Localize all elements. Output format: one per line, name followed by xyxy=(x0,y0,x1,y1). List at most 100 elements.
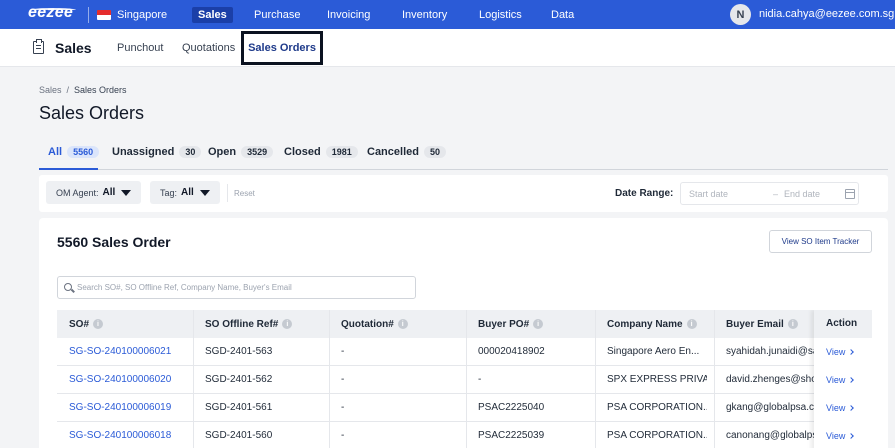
caret-down-icon xyxy=(199,189,210,196)
table-row[interactable]: SG-SO-240100006018 SGD-2401-560 - PSAC22… xyxy=(57,422,872,448)
breadcrumb: Sales / Sales Orders xyxy=(39,85,127,95)
action-column: Action View View View View xyxy=(814,310,872,448)
date-range-picker[interactable]: Start date – End date xyxy=(680,182,859,205)
om-agent-filter[interactable]: OM Agent: All xyxy=(46,181,142,204)
status-tab-label: All xyxy=(48,146,63,158)
table-row[interactable]: SG-SO-240100006021 SGD-2401-563 - 000020… xyxy=(57,338,872,366)
view-button[interactable]: View xyxy=(826,394,855,422)
status-tab-all[interactable]: All 5560 xyxy=(48,146,100,158)
status-tab-label: Closed xyxy=(284,146,321,158)
col-company-name[interactable]: Company Name i xyxy=(607,310,697,338)
status-tab-cancelled[interactable]: Cancelled 50 xyxy=(367,146,446,158)
quotation-number: - xyxy=(341,402,345,413)
nav-sales[interactable]: Sales xyxy=(192,7,233,23)
calendar-icon[interactable] xyxy=(845,189,855,199)
chevron-right-icon xyxy=(848,433,855,439)
company-name: PSA CORPORATION... xyxy=(607,430,707,441)
status-tab-label: Unassigned xyxy=(112,146,175,158)
col-buyer-po[interactable]: Buyer PO# i xyxy=(478,310,544,338)
view-so-item-tracker-button[interactable]: View SO Item Tracker xyxy=(769,230,872,253)
quotation-number: - xyxy=(341,430,345,441)
start-date-input[interactable]: Start date xyxy=(689,189,728,199)
nav-invoicing[interactable]: Invoicing xyxy=(327,7,370,23)
breadcrumb-current: Sales Orders xyxy=(74,85,127,95)
view-label: View xyxy=(826,431,846,441)
tab-punchout[interactable]: Punchout xyxy=(117,42,163,54)
sub-nav-bar: Sales Punchout Quotations Sales Orders xyxy=(0,29,895,67)
col-action: Action xyxy=(814,310,872,338)
col-label: SO# xyxy=(69,318,90,330)
company-name: Singapore Aero En... xyxy=(607,346,700,357)
reset-button[interactable]: Reset xyxy=(234,189,255,198)
view-button[interactable]: View xyxy=(826,366,855,394)
top-nav-bar: eezee Singapore Sales Purchase Invoicing… xyxy=(0,0,895,29)
status-tab-closed[interactable]: Closed 1981 xyxy=(284,146,358,158)
section-title: Sales xyxy=(55,40,92,56)
status-tab-open[interactable]: Open 3529 xyxy=(208,146,274,158)
so-offline-ref: SGD-2401-561 xyxy=(205,402,273,413)
country-selector[interactable]: Singapore xyxy=(88,7,167,23)
col-buyer-email[interactable]: Buyer Email i xyxy=(726,310,798,338)
so-number-link[interactable]: SG-SO-240100006018 xyxy=(69,422,171,448)
info-icon[interactable]: i xyxy=(397,319,408,329)
nav-purchase[interactable]: Purchase xyxy=(254,7,300,23)
tag-value: All xyxy=(181,187,194,198)
chevron-right-icon xyxy=(848,405,855,411)
info-icon[interactable]: i xyxy=(282,319,293,329)
so-number-link[interactable]: SG-SO-240100006021 xyxy=(69,338,171,366)
table-row[interactable]: SG-SO-240100006020 SGD-2401-562 - - SPX … xyxy=(57,366,872,394)
user-avatar[interactable]: N xyxy=(730,4,751,25)
so-number-link[interactable]: SG-SO-240100006019 xyxy=(69,394,171,422)
user-email[interactable]: nidia.cahya@eezee.com.sg xyxy=(759,8,894,20)
buyer-po: 000020418902 xyxy=(478,346,545,357)
status-tabs: All 5560 Unassigned 30 Open 3529 Closed … xyxy=(39,140,888,170)
col-so-offline-ref[interactable]: SO Offline Ref# i xyxy=(205,310,293,338)
tag-filter[interactable]: Tag: All xyxy=(150,181,220,204)
buyer-email: canonang@globalps xyxy=(726,430,818,441)
view-button[interactable]: View xyxy=(826,338,855,366)
status-count-badge: 50 xyxy=(423,146,446,158)
col-so-number[interactable]: SO# i xyxy=(69,310,104,338)
view-button[interactable]: View xyxy=(826,422,855,448)
col-label: Quotation# xyxy=(341,318,394,330)
buyer-email: syahidah.junaidi@sa xyxy=(726,346,818,357)
quotation-number: - xyxy=(341,374,345,385)
filter-divider xyxy=(227,184,228,202)
nav-logistics[interactable]: Logistics xyxy=(479,7,522,23)
eezee-logo[interactable]: eezee xyxy=(28,5,76,25)
logo-swoosh xyxy=(30,8,76,12)
so-number-link[interactable]: SG-SO-240100006020 xyxy=(69,366,171,394)
tab-sales-orders[interactable]: Sales Orders xyxy=(241,31,323,65)
table-row[interactable]: SG-SO-240100006019 SGD-2401-561 - PSAC22… xyxy=(57,394,872,422)
tab-quotations[interactable]: Quotations xyxy=(182,42,235,54)
info-icon[interactable]: i xyxy=(787,319,798,329)
chevron-right-icon xyxy=(848,377,855,383)
date-range-label: Date Range: xyxy=(615,188,674,199)
nav-inventory[interactable]: Inventory xyxy=(402,7,447,23)
tag-label: Tag: xyxy=(160,187,178,198)
status-count-badge: 1981 xyxy=(325,146,358,158)
col-quotation[interactable]: Quotation# i xyxy=(341,310,408,338)
table-header: SO# i SO Offline Ref# i Quotation# i Buyer … xyxy=(57,310,872,338)
breadcrumb-sales[interactable]: Sales xyxy=(39,85,62,95)
view-label: View xyxy=(826,347,846,357)
col-label: Buyer PO# xyxy=(478,318,530,330)
col-label: SO Offline Ref# xyxy=(205,318,279,330)
page-title: Sales Orders xyxy=(39,103,145,123)
search-box[interactable] xyxy=(57,276,416,299)
status-tab-label: Cancelled xyxy=(367,146,419,158)
sales-orders-table: SO# i SO Offline Ref# i Quotation# i Buyer … xyxy=(57,310,872,448)
info-icon[interactable]: i xyxy=(686,319,697,329)
end-date-input[interactable]: End date xyxy=(784,189,820,199)
company-name: PSA CORPORATION... xyxy=(607,402,707,413)
search-input[interactable] xyxy=(77,280,407,295)
singapore-flag-icon xyxy=(97,10,111,20)
status-count-badge: 5560 xyxy=(67,146,100,158)
buyer-email: gkang@globalpsa.co xyxy=(726,402,818,413)
buyer-po: - xyxy=(478,374,482,385)
status-tab-unassigned[interactable]: Unassigned 30 xyxy=(112,146,202,158)
info-icon[interactable]: i xyxy=(533,319,544,329)
search-icon xyxy=(64,283,72,291)
nav-data[interactable]: Data xyxy=(551,7,574,23)
info-icon[interactable]: i xyxy=(93,319,104,329)
